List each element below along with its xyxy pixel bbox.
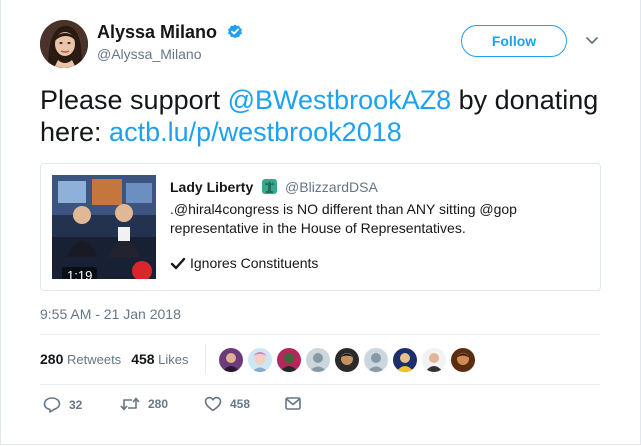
envelope-icon xyxy=(285,397,301,410)
like-button[interactable]: 458 xyxy=(204,396,250,418)
retweet-count: 280 xyxy=(148,397,169,411)
heart-icon xyxy=(204,396,222,412)
divider xyxy=(40,384,600,385)
author-name-text: Alyssa Milano xyxy=(97,22,218,42)
stats-separator xyxy=(205,344,206,374)
donation-link[interactable]: actb.lu/p/westbrook2018 xyxy=(109,117,402,147)
quoted-author[interactable]: Lady Liberty @BlizzardDSA xyxy=(170,178,378,195)
retweet-button[interactable]: 280 xyxy=(120,396,168,418)
video-thumbnail[interactable]: 1:19 xyxy=(52,175,156,279)
quoted-text: .@hiral4congress is NO different than AN… xyxy=(170,201,517,236)
liker-avatar[interactable] xyxy=(451,348,475,372)
retweets-stat[interactable]: 280 Retweets xyxy=(40,351,122,367)
quoted-tweet-card[interactable]: 1:19 Lady Liberty @BlizzardDSA .@hiral4c… xyxy=(40,163,601,291)
retweets-label: Retweets xyxy=(66,352,122,367)
quoted-handle: @BlizzardDSA xyxy=(285,179,378,195)
follow-button[interactable]: Follow xyxy=(461,25,567,57)
likes-stat[interactable]: 458 Likes xyxy=(131,351,189,367)
statue-of-liberty-icon xyxy=(262,179,278,194)
tweet-text-part-1: Please support xyxy=(40,85,228,115)
reply-button[interactable]: 32 xyxy=(43,396,82,418)
author-handle[interactable]: @Alyssa_Milano xyxy=(97,46,201,62)
liker-avatar[interactable] xyxy=(422,348,446,372)
checkmark-icon xyxy=(170,257,186,270)
quoted-author-name: Lady Liberty xyxy=(170,179,254,195)
liker-avatar[interactable] xyxy=(219,348,243,372)
tweet-text: Please support @BWestbrookAZ8 by donatin… xyxy=(40,84,600,148)
like-count: 458 xyxy=(230,397,251,411)
direct-message-button[interactable] xyxy=(284,396,310,418)
quoted-check-text: Ignores Constituents xyxy=(190,255,319,271)
liker-avatar[interactable] xyxy=(248,348,272,372)
divider xyxy=(40,334,600,335)
default-avatar[interactable] xyxy=(364,348,388,372)
liker-avatar[interactable] xyxy=(335,348,359,372)
verified-badge-icon xyxy=(228,24,243,39)
default-avatar[interactable] xyxy=(306,348,330,372)
likes-count: 458 xyxy=(131,351,155,367)
mention-link[interactable]: @BWestbrookAZ8 xyxy=(228,85,452,115)
likes-label: Likes xyxy=(158,352,189,367)
retweet-icon xyxy=(120,397,140,411)
retweets-count: 280 xyxy=(40,351,64,367)
quoted-checkmark-line: Ignores Constituents xyxy=(170,255,318,271)
reply-icon xyxy=(43,397,61,413)
author-name[interactable]: Alyssa Milano xyxy=(97,22,243,43)
liker-avatar[interactable] xyxy=(393,348,417,372)
video-duration: 1:19 xyxy=(62,267,98,279)
liker-avatar[interactable] xyxy=(277,348,301,372)
tweet-timestamp[interactable]: 9:55 AM - 21 Jan 2018 xyxy=(40,306,181,322)
chevron-down-icon[interactable] xyxy=(585,36,599,46)
tweet-actions: 32 280 458 xyxy=(40,396,340,418)
author-avatar[interactable] xyxy=(40,20,88,68)
engagement-stats: 280 Retweets 458 Likes xyxy=(40,351,199,367)
reply-count: 32 xyxy=(69,398,83,412)
